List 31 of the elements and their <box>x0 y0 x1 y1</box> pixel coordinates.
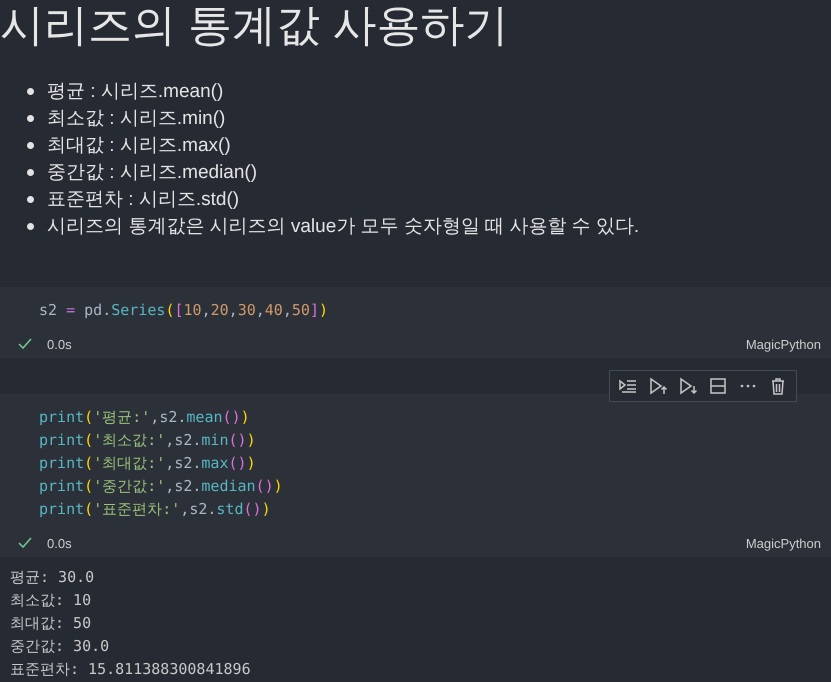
code-line: print('최대값:',s2.max()) <box>39 453 257 474</box>
bullet-icon <box>27 169 34 176</box>
bullet-text: 최소값 : 시리즈.min() <box>47 107 226 131</box>
output-line: 최소값: 10 <box>10 590 92 611</box>
output-line: 표준편차: 15.811388300841896 <box>10 659 252 680</box>
language-label[interactable]: MagicPython <box>746 336 821 352</box>
code-line: print('최소값:',s2.min()) <box>39 430 257 451</box>
bullet-text: 표준편차 : 시리즈.std() <box>47 188 240 212</box>
execution-time: 0.0s <box>47 336 72 352</box>
bullet-icon <box>27 115 34 122</box>
bullet-icon <box>27 196 34 203</box>
bullet-icon <box>27 142 34 149</box>
code-line: print('평균:',s2.mean()) <box>39 407 251 428</box>
run-below-icon[interactable] <box>678 376 698 396</box>
code-line: print('표준편차:',s2.std()) <box>39 499 272 520</box>
output-line: 최대값: 50 <box>10 613 92 634</box>
language-label[interactable]: MagicPython <box>746 536 821 550</box>
heading: 시리즈의 통계값 사용하기 <box>0 0 510 52</box>
execution-time: 0.0s <box>47 536 72 550</box>
bullet-text: 시리즈의 통계값은 시리즈의 value가 모두 숫자형일 때 사용할 수 있다. <box>47 215 640 239</box>
code-line: print('중간값:',s2.median()) <box>39 476 284 497</box>
output-line: 중간값: 30.0 <box>10 636 110 657</box>
bullet-text: 중간값 : 시리즈.median() <box>47 161 258 185</box>
bullet-text: 평균 : 시리즈.mean() <box>47 80 224 104</box>
bullet-icon <box>27 223 34 230</box>
split-cell-icon[interactable] <box>708 376 728 396</box>
bullet-icon <box>27 88 34 95</box>
run-above-icon[interactable] <box>648 376 668 396</box>
output-line: 평균: 30.0 <box>10 567 96 588</box>
code-line: s2 = pd.Series([10,20,30,40,50]) <box>39 300 329 321</box>
bullet-text: 최대값 : 시리즈.max() <box>47 134 231 158</box>
